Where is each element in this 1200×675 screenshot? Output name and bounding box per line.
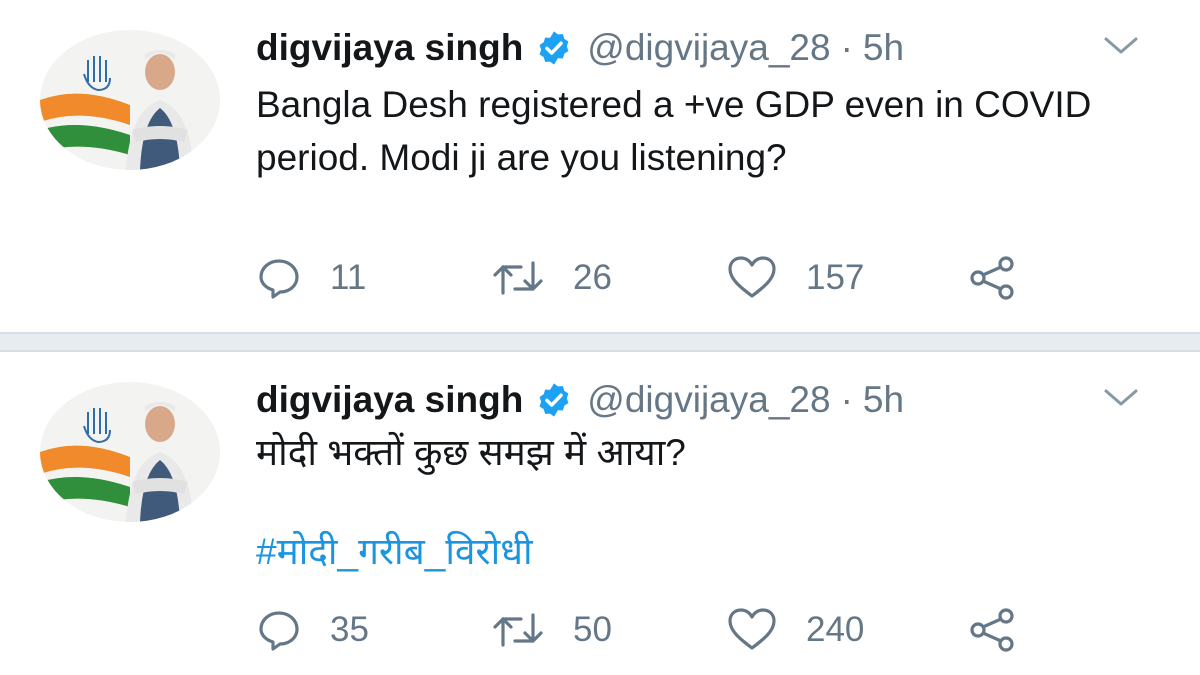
heart-icon [728,608,776,650]
like-button[interactable]: 240 [726,605,864,655]
display-name[interactable]: digvijaya singh [256,379,523,421]
reply-button[interactable]: 11 [256,253,366,303]
retweet-button[interactable]: 50 [491,605,612,655]
tweet[interactable]: digvijaya singh @digvijaya_28 · 5h Bangl… [0,0,1200,332]
hashtag-link[interactable]: #मोदी_गरीब_विरोधी [256,524,533,575]
avatar-image [40,382,220,522]
tweet-divider [0,332,1200,352]
avatar[interactable] [40,30,220,170]
avatar-image [40,30,220,170]
tweet-actions: 11 26 157 [256,253,1056,303]
retweet-count: 26 [573,258,612,297]
share-button[interactable] [966,605,1020,655]
share-icon [970,608,1014,652]
tweet-header: digvijaya singh @digvijaya_28 · 5h [256,374,904,426]
like-button[interactable]: 157 [726,253,864,303]
separator-dot: · [840,27,853,68]
verified-badge-icon [539,383,569,417]
reply-count: 11 [330,258,367,297]
reply-count: 35 [330,610,369,649]
like-count: 240 [806,610,865,649]
reply-icon [259,611,299,651]
retweet-icon [493,613,543,647]
share-button[interactable] [966,253,1020,303]
tweet-text: मोदी भक्तों कुछ समझ में आया? [256,432,686,473]
user-handle[interactable]: @digvijaya_28 [587,27,830,69]
retweet-count: 50 [573,610,612,649]
timestamp[interactable]: 5h [863,27,904,69]
tweet[interactable]: digvijaya singh @digvijaya_28 · 5h मोदी … [0,352,1200,675]
like-count: 157 [806,258,865,297]
verified-badge-icon [539,31,569,65]
tweet-actions: 35 50 240 [256,605,1056,655]
tweet-header: digvijaya singh @digvijaya_28 · 5h [256,22,904,74]
retweet-button[interactable]: 26 [491,253,612,303]
tweet-text: Bangla Desh registered a +ve GDP even in… [256,84,1092,178]
heart-icon [728,256,776,298]
separator-dot: · [840,379,853,420]
timestamp[interactable]: 5h [863,379,904,421]
share-icon [970,256,1014,300]
chevron-down-icon[interactable] [1102,386,1140,410]
user-handle[interactable]: @digvijaya_28 [587,379,830,421]
display-name[interactable]: digvijaya singh [256,27,523,69]
retweet-icon [493,261,543,295]
chevron-down-icon[interactable] [1102,34,1140,58]
reply-icon [259,259,299,299]
reply-button[interactable]: 35 [256,605,369,655]
avatar[interactable] [40,382,220,522]
